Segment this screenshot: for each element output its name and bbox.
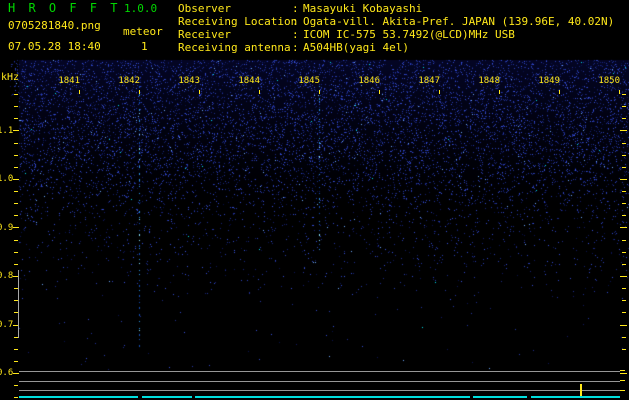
time-tick <box>199 90 200 94</box>
freq-minor-tick-right <box>622 191 626 192</box>
time-tick <box>619 90 620 94</box>
freq-minor-tick <box>14 118 18 119</box>
time-tick-label: 1842 <box>118 76 140 86</box>
freq-minor-tick-right <box>622 337 626 338</box>
signal-level-line <box>142 396 192 398</box>
freq-minor-tick <box>14 155 18 156</box>
freq-minor-tick <box>14 361 18 362</box>
freq-minor-tick-right <box>622 143 626 144</box>
freq-minor-tick-right <box>622 215 626 216</box>
freq-tick-label: 0.7 <box>0 319 14 330</box>
signal-level-line <box>19 396 138 398</box>
time-tick-label: 1843 <box>178 76 200 86</box>
time-tick-label: 1845 <box>298 76 320 86</box>
time-tick <box>79 90 80 94</box>
freq-minor-tick <box>14 264 18 265</box>
freq-minor-tick-right <box>622 118 626 119</box>
freq-minor-tick-right <box>622 167 626 168</box>
freq-minor-tick <box>14 397 18 398</box>
freq-minor-tick-right <box>622 94 626 95</box>
level-ref-line <box>19 390 620 391</box>
time-tick <box>499 90 500 94</box>
freq-minor-tick-right <box>622 288 626 289</box>
freq-tick-label: 0.8 <box>0 271 14 281</box>
freq-tick-label: 0.9 <box>0 222 14 233</box>
time-tick <box>439 90 440 94</box>
freq-major-tick-right <box>620 130 627 131</box>
freq-minor-tick <box>14 143 18 144</box>
level-bar <box>18 270 19 338</box>
freq-major-tick-right <box>620 276 627 277</box>
freq-minor-tick-right <box>622 264 626 265</box>
time-tick-label: 1848 <box>478 76 500 86</box>
freq-minor-tick-right <box>622 312 626 313</box>
time-tick <box>559 90 560 94</box>
freq-minor-tick <box>14 349 18 350</box>
time-tick-label: 1841 <box>58 76 80 86</box>
time-tick <box>379 90 380 94</box>
freq-minor-tick <box>14 191 18 192</box>
freq-tick-label: 1.1 <box>0 125 14 136</box>
freq-minor-tick-right <box>622 300 626 301</box>
plot-annotations: 1.1 1.0 0.9 0.8 0.7 0.6 1841 1842 1843 1844 1845 18… <box>0 0 629 400</box>
freq-minor-tick <box>14 215 18 216</box>
level-ref-right-dash <box>620 380 625 381</box>
hrofft-spectrogram-image: H R O F F T 1.0.0 0705281840.png meteor … <box>0 0 629 400</box>
time-tick-label: 1850 <box>598 76 620 86</box>
freq-major-tick-right <box>620 373 627 374</box>
freq-major-tick <box>13 130 19 131</box>
signal-level-line <box>531 396 620 398</box>
freq-minor-tick <box>14 385 18 386</box>
level-ref-right-dash <box>620 390 625 391</box>
freq-minor-tick <box>14 167 18 168</box>
freq-minor-tick <box>14 106 18 107</box>
freq-minor-tick <box>14 240 18 241</box>
freq-minor-tick <box>14 252 18 253</box>
freq-major-tick <box>13 373 19 374</box>
level-ref-line <box>19 381 620 382</box>
freq-tick-label: 1.0 <box>0 174 14 184</box>
freq-major-tick-right <box>620 179 627 180</box>
level-ref-line <box>19 371 620 372</box>
time-tick <box>259 90 260 94</box>
freq-minor-tick-right <box>622 203 626 204</box>
time-tick-label: 1847 <box>418 76 440 86</box>
freq-minor-tick <box>14 94 18 95</box>
time-tick-label: 1844 <box>238 76 260 86</box>
freq-minor-tick-right <box>622 240 626 241</box>
freq-minor-tick-right <box>622 349 626 350</box>
time-tick <box>319 90 320 94</box>
freq-tick-label: 0.6 <box>0 368 14 378</box>
time-tick-label: 1846 <box>358 76 380 86</box>
signal-level-line <box>195 396 470 398</box>
freq-minor-tick-right <box>622 106 626 107</box>
signal-level-line <box>473 396 527 398</box>
freq-minor-tick-right <box>622 155 626 156</box>
freq-major-tick <box>13 179 19 180</box>
freq-major-tick-right <box>620 325 627 326</box>
level-spike <box>580 384 582 396</box>
time-tick <box>139 90 140 94</box>
freq-major-tick <box>13 227 19 228</box>
freq-minor-tick <box>14 203 18 204</box>
freq-major-tick-right <box>620 227 627 228</box>
level-ref-right-dash <box>620 370 625 371</box>
time-tick-label: 1849 <box>538 76 560 86</box>
freq-minor-tick-right <box>622 252 626 253</box>
